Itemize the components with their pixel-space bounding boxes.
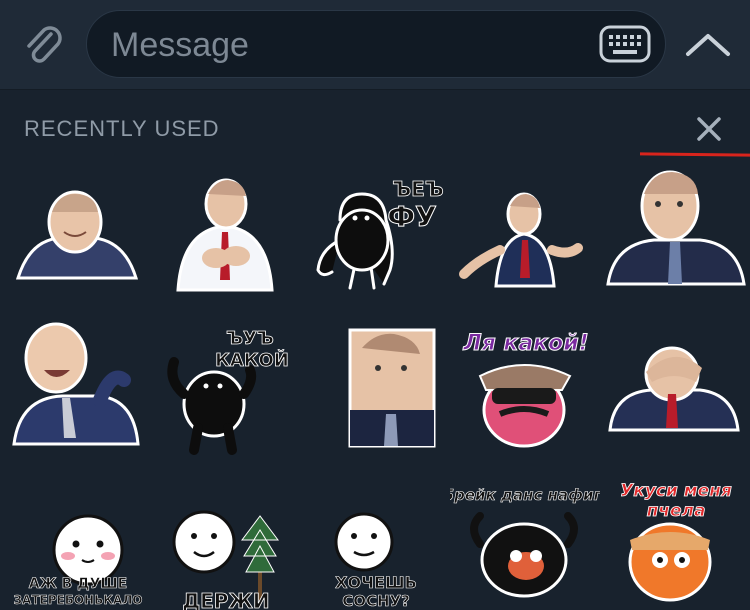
sticker-9-caption: Ля какой! — [462, 331, 588, 356]
sticker-5[interactable] — [600, 160, 750, 310]
sticker-13[interactable]: ХОЧЕШЬ СОСНУ? — [300, 460, 450, 610]
sticker-4[interactable] — [450, 160, 600, 310]
sticker-15[interactable]: Укуси меня пчела — [600, 460, 750, 610]
red-underline-mark — [639, 152, 750, 157]
paperclip-icon[interactable] — [18, 20, 70, 72]
message-input-box[interactable] — [86, 10, 666, 78]
keyboard-icon[interactable] — [599, 25, 651, 63]
sticker-2[interactable] — [150, 160, 300, 310]
sticker-11-caption: АЖ В ДУШЕ — [29, 576, 128, 592]
sticker-14[interactable]: Брейк данс нафиг — [450, 460, 600, 610]
sticker-13-caption: ХОЧЕШЬ — [335, 573, 417, 592]
sticker-15-caption-2: пчела — [647, 501, 706, 521]
sticker-11[interactable]: АЖ В ДУШЕ ЗАТЕРЕБОНЬКАЛО — [0, 460, 150, 610]
sticker-3-caption: ЪЕЪ — [392, 177, 443, 201]
sticker-7-caption-2: КАКОЙ — [215, 349, 289, 371]
sticker-12[interactable]: ДЕРЖИ — [150, 460, 300, 610]
sticker-8[interactable] — [300, 310, 450, 460]
sticker-6[interactable] — [0, 310, 150, 460]
sticker-7-caption: ЪУЪ — [226, 328, 274, 349]
sticker-11-caption-2: ЗАТЕРЕБОНЬКАЛО — [14, 593, 143, 607]
chevron-up-icon[interactable] — [684, 24, 732, 64]
sticker-15-caption: Укуси меня — [620, 481, 732, 501]
sticker-14-caption: Брейк данс нафиг — [450, 486, 600, 504]
sticker-3[interactable]: ЪЕЪ ФУ — [300, 160, 450, 310]
section-title: RECENTLY USED — [24, 116, 220, 141]
sticker-12-caption: ДЕРЖИ — [182, 589, 269, 610]
sticker-9[interactable]: Ля какой! — [450, 310, 600, 460]
sticker-grid: ЪЕЪ ФУ ЪУЪ КАКОЙ Ля какой! АЖ В ДУШЕ ЗАТ… — [0, 160, 750, 610]
sticker-3-caption-2: ФУ — [387, 200, 436, 233]
sticker-10[interactable] — [600, 310, 750, 460]
sticker-1[interactable] — [0, 160, 150, 310]
sticker-13-caption-2: СОСНУ? — [342, 592, 410, 610]
composer-bar — [0, 0, 750, 90]
close-icon[interactable] — [694, 114, 724, 144]
sticker-7[interactable]: ЪУЪ КАКОЙ — [150, 310, 300, 460]
message-input[interactable] — [111, 25, 581, 65]
